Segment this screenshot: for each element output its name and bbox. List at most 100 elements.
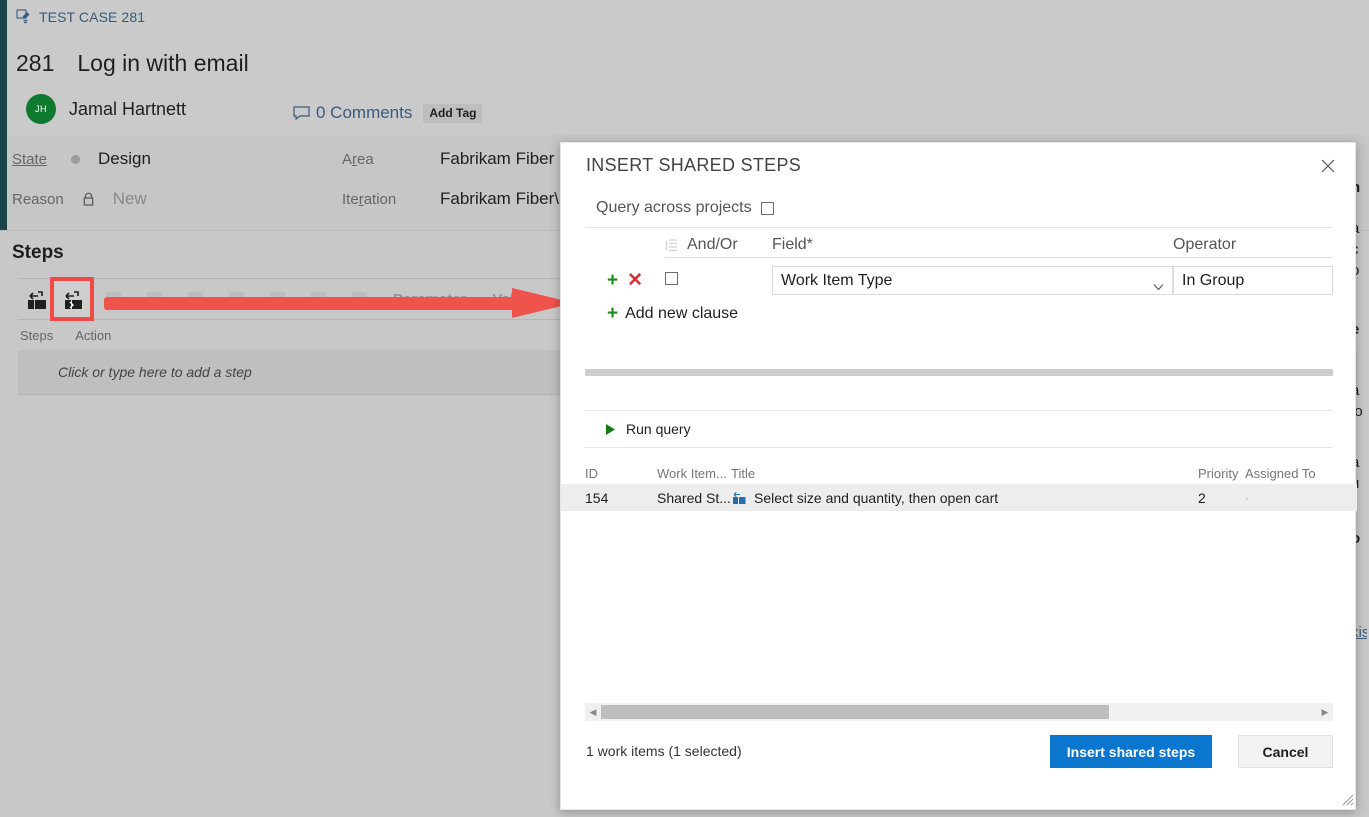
column-header-title[interactable]: Title (731, 466, 1198, 481)
toolbar-ghost-icon (270, 291, 285, 307)
scrollbar-thumb[interactable] (601, 705, 1110, 719)
plus-icon: + (607, 303, 619, 324)
cell-assigned-to: · (1245, 490, 1249, 505)
toolbar-ghost-icon (311, 291, 326, 307)
work-item-header: TEST CASE 281 281 Log in with email JH J… (0, 0, 1369, 135)
query-across-projects-row[interactable]: Query across projects (561, 191, 1357, 227)
column-header-id[interactable]: ID (585, 466, 657, 481)
field-select[interactable]: Work Item Type (772, 266, 1173, 295)
operator-select-value: In Group (1182, 271, 1245, 289)
scrollbar-track[interactable] (601, 705, 1317, 719)
cancel-button[interactable]: Cancel (1238, 735, 1333, 768)
field-state-label: State (12, 150, 48, 168)
toolbar-ghost-icon (229, 291, 244, 307)
column-header-priority[interactable]: Priority (1198, 466, 1245, 481)
clause-row-actions: + ✕ (585, 271, 647, 290)
steps-heading: Steps (12, 242, 64, 263)
query-builder: And/Or Field* Operator + ✕ Work Item Typ… (561, 228, 1357, 323)
insert-step-button[interactable] (18, 281, 54, 317)
column-header-assigned-to[interactable]: Assigned To (1245, 466, 1333, 481)
cell-title-text: Select size and quantity, then open cart (754, 489, 999, 506)
work-item-type-accent-bar (0, 0, 7, 135)
dialog-title: INSERT SHARED STEPS (586, 155, 802, 175)
comment-icon (293, 105, 310, 121)
add-tag-button[interactable]: Add Tag (423, 103, 483, 123)
field-iteration-label: Iteration (342, 190, 397, 208)
comments-group[interactable]: 0 Comments Add Tag (293, 103, 483, 123)
steps-column-action: Action (75, 328, 112, 343)
test-case-icon (16, 9, 32, 25)
add-new-clause-button[interactable]: + Add new clause (585, 297, 1333, 323)
query-builder-horizontal-scrollbar[interactable] (585, 369, 1333, 376)
lock-icon (82, 192, 95, 207)
field-iteration: Iteration Fabrikam Fiber\F (342, 189, 569, 209)
field-state-value[interactable]: Design (98, 149, 151, 169)
cell-work-item-type: Shared St... (657, 489, 731, 506)
results-grid-header: ID Work Item... Title Priority Assigned … (561, 462, 1357, 484)
column-header-work-item-type[interactable]: Work Item... (657, 466, 731, 481)
breadcrumb-label: TEST CASE 281 (39, 9, 146, 25)
breadcrumb[interactable]: TEST CASE 281 (16, 9, 145, 25)
work-item-title-line: 281 Log in with email (16, 50, 249, 77)
shared-steps-icon (731, 491, 746, 505)
table-row[interactable]: 154 Shared St... Select size and quantit… (561, 484, 1357, 511)
field-iteration-value[interactable]: Fabrikam Fiber\F (440, 189, 569, 209)
clause-andor-header-label: And/Or (687, 236, 738, 253)
cell-id: 154 (585, 489, 609, 506)
results-grid: ID Work Item... Title Priority Assigned … (561, 462, 1357, 511)
insert-shared-steps-dialog: INSERT SHARED STEPS Query across project… (560, 142, 1357, 810)
query-across-projects-checkbox[interactable] (760, 201, 774, 215)
scroll-left-icon[interactable]: ◀ (585, 703, 601, 721)
toolbar-ghost-icon (188, 291, 203, 307)
work-item-author-line: JH Jamal Hartnett (26, 94, 186, 124)
field-area-value[interactable]: Fabrikam Fiber (440, 149, 554, 169)
field-reason-label: Reason (12, 190, 64, 208)
clause-column-headers: And/Or Field* Operator (585, 228, 1333, 262)
add-new-clause-label: Add new clause (625, 304, 739, 322)
resize-grip-icon[interactable] (1341, 793, 1354, 806)
play-icon (605, 423, 616, 436)
add-clause-icon[interactable]: + (607, 271, 618, 290)
toolbar-ghost-icon (147, 291, 162, 307)
work-item-title[interactable]: Log in with email (77, 50, 248, 77)
comments-count-label[interactable]: 0 Comments (316, 103, 412, 123)
delete-clause-icon[interactable]: ✕ (627, 271, 643, 290)
toolbar-ghost-icon (352, 291, 367, 307)
dialog-body: Query across projects And/Or Field* Oper… (561, 191, 1357, 511)
operator-select[interactable]: In Group (1173, 266, 1333, 295)
clause-field-cell: Work Item Type (772, 266, 1173, 295)
screen-root: TEST CASE 281 281 Log in with email JH J… (0, 0, 1369, 817)
insert-shared-steps-confirm-button[interactable]: Insert shared steps (1050, 735, 1212, 768)
field-reason: Reason New (12, 189, 147, 209)
cell-priority: 2 (1198, 489, 1206, 506)
field-state: State Design (12, 149, 151, 169)
clause-operator-cell: In Group (1173, 266, 1333, 295)
clause-row: + ✕ Work Item Type In Group (585, 262, 1333, 297)
clause-group-checkbox-cell (647, 271, 772, 290)
clause-group-checkbox[interactable] (665, 271, 678, 285)
work-items-status: 1 work items (1 selected) (586, 743, 742, 759)
state-dot-icon (71, 154, 81, 164)
work-item-id: 281 (16, 50, 55, 76)
clause-field-header: Field* (772, 236, 1173, 258)
dialog-footer: 1 work items (1 selected) Insert shared … (561, 723, 1357, 809)
field-reason-value[interactable]: New (113, 189, 147, 209)
author-name: Jamal Hartnett (69, 98, 187, 119)
steps-column-steps: Steps (20, 328, 54, 343)
scroll-right-icon[interactable]: ▶ (1317, 703, 1333, 721)
insert-shared-steps-button[interactable] (50, 277, 94, 321)
run-query-label: Run query (626, 421, 691, 437)
fields-accent-bar (0, 135, 7, 230)
clause-andor-header: And/Or (647, 236, 772, 258)
avatar: JH (26, 94, 56, 124)
insert-shared-steps-icon (61, 288, 83, 310)
query-across-projects-label: Query across projects (596, 199, 752, 216)
field-select-value: Work Item Type (781, 271, 893, 289)
cell-title: Select size and quantity, then open cart (731, 490, 1198, 506)
toolbar-ghost-label-1: Parameter (393, 290, 467, 308)
close-icon[interactable] (1315, 153, 1341, 179)
chevron-down-icon (1153, 277, 1164, 290)
run-query-button[interactable]: Run query (585, 410, 1333, 448)
results-horizontal-scrollbar[interactable]: ◀ ▶ (585, 703, 1333, 721)
toolbar-ghost-icon (106, 291, 121, 307)
